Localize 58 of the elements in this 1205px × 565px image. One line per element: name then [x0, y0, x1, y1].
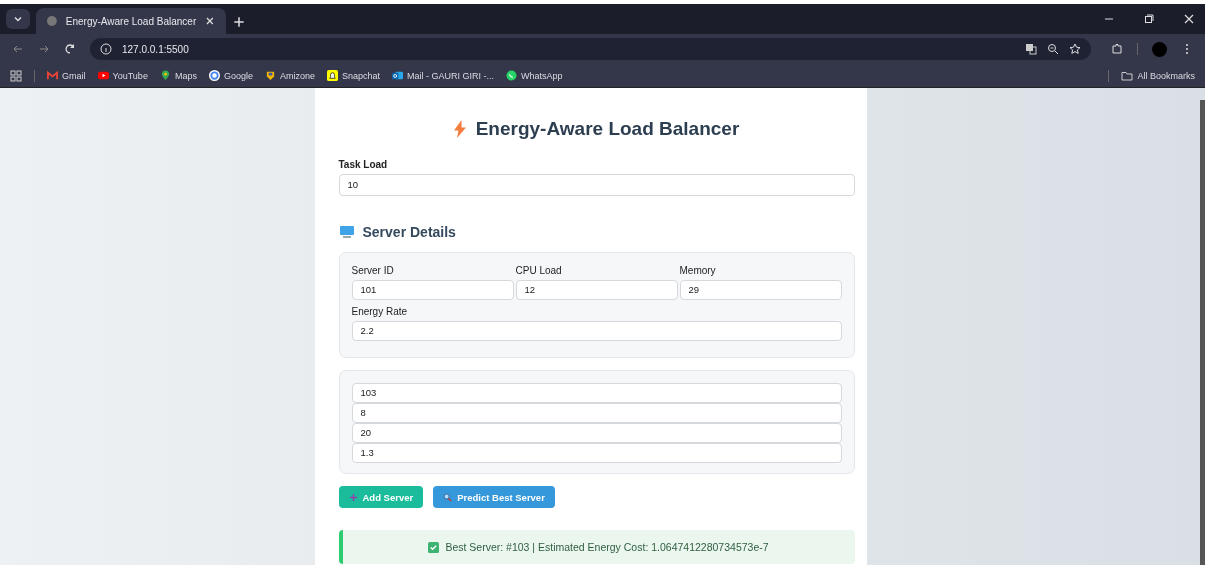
ghost-icon — [326, 70, 338, 81]
field-label: Energy Rate — [351, 306, 409, 317]
input-field[interactable]: 103 — [351, 383, 842, 403]
bookmark[interactable]: Amizone — [264, 70, 315, 81]
apps-icon[interactable] — [10, 69, 22, 82]
scrollbar[interactable] — [1200, 100, 1205, 565]
bookmark[interactable]: Maps — [159, 70, 197, 81]
puzzle-icon[interactable] — [1111, 43, 1123, 55]
all-bookmarks-button[interactable]: All Bookmarks — [1121, 69, 1195, 82]
input-field[interactable]: 29 — [679, 280, 842, 300]
field-label: Memory — [679, 265, 717, 276]
zoom-icon[interactable] — [1047, 43, 1059, 55]
badge-icon — [264, 70, 276, 81]
bookmark[interactable]: Google — [208, 70, 253, 81]
field-label: Task Load — [338, 159, 388, 170]
close-icon[interactable] — [204, 15, 216, 27]
globe-icon — [46, 15, 58, 27]
monitor-icon — [338, 225, 355, 239]
address-bar[interactable]: 127.0.0.1:5500 — [90, 38, 1091, 60]
magnifier-icon — [443, 492, 453, 502]
input-field[interactable]: 8 — [351, 403, 842, 423]
input-field[interactable]: 2.2 — [351, 321, 842, 341]
tab-search-button[interactable] — [6, 9, 30, 29]
translate-icon[interactable] — [1025, 43, 1037, 55]
folder-icon — [1121, 69, 1134, 82]
input-field[interactable]: 20 — [351, 423, 842, 443]
bookmark[interactable]: Snapchat — [326, 70, 380, 81]
info-icon — [100, 43, 112, 55]
field-label: Server ID — [351, 265, 395, 276]
bookmark[interactable]: Gmail — [47, 70, 86, 81]
map-pin-icon — [159, 70, 171, 81]
forward-icon[interactable] — [38, 43, 50, 55]
bookmark[interactable]: Mail - GAURI GIRI -... — [392, 70, 494, 81]
reload-icon[interactable] — [64, 43, 76, 55]
section-title: Server Details — [362, 224, 456, 240]
input-field[interactable]: 12 — [515, 280, 678, 300]
page-title: Energy-Aware Load Balancer — [475, 118, 740, 140]
play-icon — [97, 70, 109, 81]
input-field[interactable]: 101 — [351, 280, 514, 300]
field-label: CPU Load — [515, 265, 563, 276]
bookmark[interactable]: WhatsApp — [506, 70, 563, 81]
new-tab-icon[interactable] — [232, 15, 246, 29]
lightning-icon — [453, 120, 466, 138]
back-icon[interactable] — [12, 43, 24, 55]
gmail-icon — [47, 70, 58, 81]
chat-bubble-icon — [506, 70, 517, 81]
input-field[interactable]: 1.3 — [351, 443, 842, 463]
plus-icon — [348, 492, 358, 502]
result-text: Best Server: #103 | Estimated Energy Cost: 1.0647412280734573e-7 — [445, 541, 769, 553]
mail-icon — [392, 70, 403, 81]
input-field[interactable]: 10 — [338, 174, 855, 196]
bookmark[interactable]: YouTube — [97, 70, 148, 81]
check-icon — [428, 541, 440, 553]
star-icon[interactable] — [1069, 43, 1081, 55]
close-icon[interactable] — [1183, 13, 1195, 25]
restore-icon[interactable] — [1143, 13, 1155, 25]
browser-tab[interactable]: Energy-Aware Load Balancer — [36, 8, 226, 34]
google-icon — [208, 70, 220, 81]
